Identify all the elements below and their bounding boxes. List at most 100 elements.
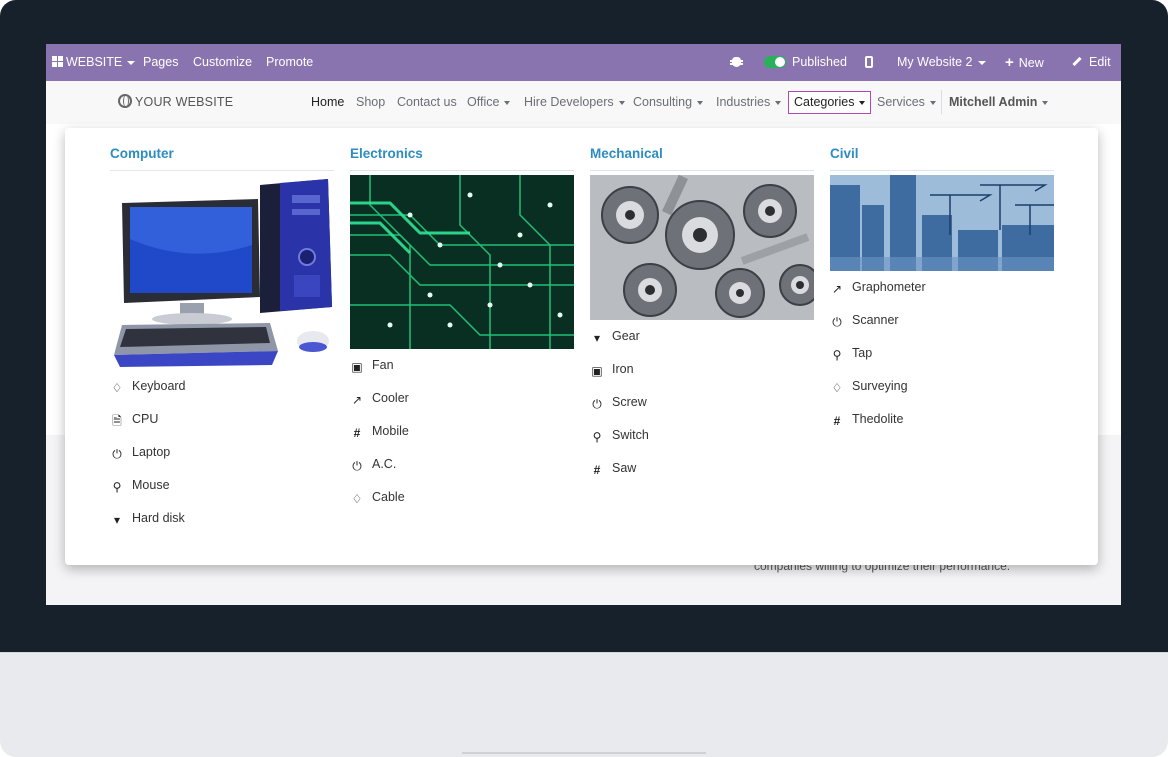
debug-button[interactable]	[730, 44, 743, 81]
list-item[interactable]: ⚲ Switch	[590, 426, 649, 444]
website-menu[interactable]: WEBSITE	[52, 44, 136, 81]
item-label: Screw	[612, 395, 647, 409]
divider	[110, 170, 334, 171]
website-switcher[interactable]: My Website 2	[897, 44, 986, 81]
item-label: Mouse	[132, 478, 170, 492]
list-item[interactable]: # Mobile	[350, 422, 409, 440]
toggle-switch	[764, 56, 786, 68]
monitor-stand	[0, 652, 1168, 757]
user-name: Mitchell Admin	[949, 95, 1038, 109]
diamond-icon: ♢	[831, 381, 843, 395]
list-item[interactable]: ⏻ Scanner	[830, 311, 898, 329]
image-icon: ▣	[351, 360, 363, 374]
search-icon: ⚲	[592, 430, 602, 444]
list-item[interactable]: ⚲ Tap	[830, 344, 873, 362]
caret-down-icon	[775, 100, 782, 105]
nav-services-label: Services	[877, 95, 925, 109]
share-icon: ↗	[831, 282, 843, 296]
caret-down-icon	[127, 60, 136, 65]
nav-home[interactable]: Home	[311, 81, 344, 124]
list-item[interactable]: ♢ Surveying	[830, 377, 908, 395]
nav-consulting[interactable]: Consulting	[633, 81, 704, 124]
list-item[interactable]: # Thedolite	[830, 410, 904, 428]
caret-down-icon: ▾	[113, 513, 121, 527]
nav-industries[interactable]: Industries	[716, 81, 782, 124]
gears-image[interactable]	[590, 175, 814, 320]
category-title[interactable]: Mechanical	[590, 146, 663, 161]
list-item[interactable]: ▾ Gear	[590, 327, 640, 345]
list-item[interactable]: ⏻ Screw	[590, 393, 647, 411]
published-label: Published	[792, 55, 847, 69]
caret-down-icon	[859, 100, 866, 105]
item-label: Cooler	[372, 391, 409, 405]
mobile-icon	[865, 56, 873, 68]
list-item[interactable]: ▾ Hard disk	[110, 509, 185, 527]
list-item[interactable]: ⏻ Laptop	[110, 443, 170, 461]
power-icon: ⏻	[832, 315, 842, 329]
user-menu[interactable]: Mitchell Admin	[949, 81, 1049, 124]
list-item[interactable]: ▣ Iron	[590, 360, 633, 378]
computer-image[interactable]	[110, 175, 334, 370]
pencil-icon	[1072, 56, 1082, 67]
customize-menu[interactable]: Customize	[193, 44, 252, 81]
caret-down-icon: ▾	[593, 331, 601, 345]
category-title[interactable]: Electronics	[350, 146, 423, 161]
list-item[interactable]: ↗ Graphometer	[830, 278, 926, 296]
list-item[interactable]: ⏻ A.C.	[350, 455, 396, 473]
promote-menu[interactable]: Promote	[266, 44, 313, 81]
diamond-icon: ♢	[111, 381, 123, 395]
item-label: Mobile	[372, 424, 409, 438]
item-label: CPU	[132, 412, 159, 426]
caret-down-icon	[977, 60, 986, 65]
nav-hire-developers[interactable]: Hire Developers	[524, 81, 625, 124]
stand-notch	[462, 752, 706, 754]
nav-divider	[941, 90, 942, 114]
logo-text: YOUR WEBSITE	[135, 95, 234, 109]
admin-topbar: WEBSITE Pages Customize Promote Publishe…	[46, 44, 1121, 81]
construction-image[interactable]	[830, 175, 1054, 271]
nav-services[interactable]: Services	[877, 81, 936, 124]
website-label: WEBSITE	[66, 55, 123, 69]
list-item[interactable]: # Saw	[590, 459, 637, 477]
published-toggle[interactable]: Published	[764, 44, 847, 81]
diamond-icon: ♢	[351, 492, 363, 506]
hashtag-icon: #	[833, 414, 841, 428]
edit-label: Edit	[1089, 55, 1111, 69]
site-navbar: YOUR WEBSITE Home Shop Contact us Office…	[46, 81, 1121, 124]
new-button[interactable]: + New	[1005, 44, 1044, 81]
category-title[interactable]: Civil	[830, 146, 859, 161]
category-title[interactable]: Computer	[110, 146, 174, 161]
list-item[interactable]: ♢ Keyboard	[110, 377, 186, 395]
grid-icon	[52, 56, 63, 67]
caret-down-icon	[929, 100, 936, 105]
item-label: Fan	[372, 358, 394, 372]
item-label: Graphometer	[852, 280, 926, 294]
nav-office-label: Office	[467, 95, 500, 109]
edit-button[interactable]: Edit	[1072, 44, 1111, 81]
nav-industries-label: Industries	[716, 95, 771, 109]
nav-contact[interactable]: Contact us	[397, 81, 457, 124]
nav-shop[interactable]: Shop	[356, 81, 385, 124]
nav-hire-label: Hire Developers	[524, 95, 614, 109]
nav-categories[interactable]: Categories	[788, 91, 872, 114]
caret-down-icon	[504, 100, 511, 105]
circuit-board-image[interactable]	[350, 175, 574, 349]
pdf-file-icon: 🗎	[112, 414, 122, 428]
list-item[interactable]: ⚲ Mouse	[110, 476, 170, 494]
list-item[interactable]: ▣ Fan	[350, 356, 394, 374]
bug-icon	[730, 57, 743, 67]
site-logo[interactable]: YOUR WEBSITE	[118, 81, 233, 124]
list-item[interactable]: ↗ Cooler	[350, 389, 409, 407]
list-item[interactable]: 🗎 CPU	[110, 410, 158, 428]
share-icon: ↗	[351, 393, 363, 407]
nav-consulting-label: Consulting	[633, 95, 693, 109]
pages-menu[interactable]: Pages	[143, 44, 178, 81]
item-label: Surveying	[852, 379, 908, 393]
nav-categories-label: Categories	[794, 95, 855, 109]
divider	[350, 170, 574, 171]
item-label: Hard disk	[132, 511, 185, 525]
list-item[interactable]: ♢ Cable	[350, 488, 405, 506]
mobile-preview-button[interactable]	[865, 44, 873, 81]
nav-office[interactable]: Office	[467, 81, 511, 124]
plus-icon: +	[1005, 54, 1014, 71]
